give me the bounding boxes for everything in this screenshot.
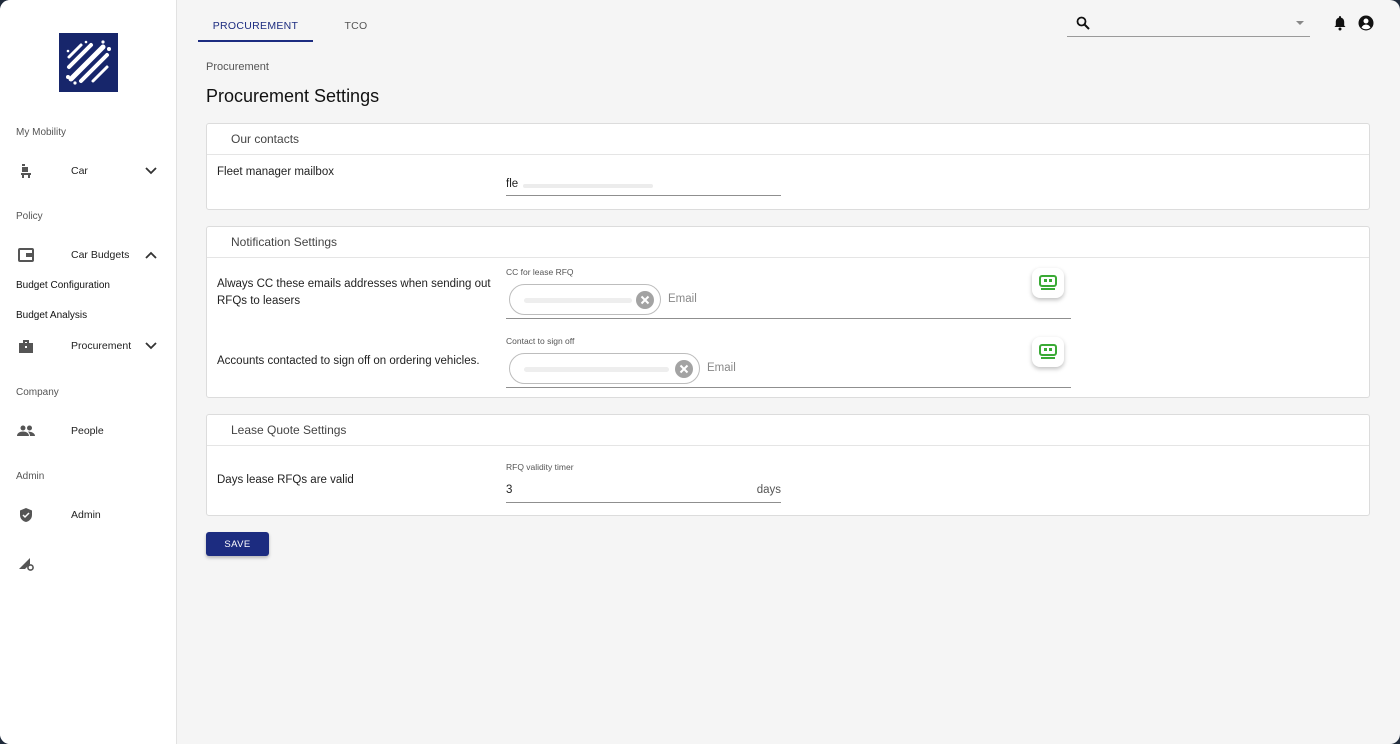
sidebar: My Mobility Car Policy Car Budgets Budge… [0,0,177,744]
search-box[interactable] [1067,10,1310,37]
extension-icon [1039,344,1057,359]
chip-remove-icon[interactable] [675,360,693,378]
email-chip[interactable] [509,284,661,315]
chevron-down-icon[interactable] [144,339,158,353]
fleet-mailbox-value: fle [506,178,519,190]
notification-settings-card: Notification Settings Always CC these em… [206,226,1370,398]
redacted-email [524,367,669,372]
shield-icon [17,506,35,524]
dropdown-caret-icon[interactable] [1296,21,1304,25]
car-seat-icon [17,162,35,180]
brand-logo[interactable] [59,33,118,92]
section-admin: Admin [16,471,45,482]
logo-mark-icon [66,40,111,85]
email-chip[interactable] [509,353,700,384]
page-title: Procurement Settings [206,86,380,106]
card-title: Lease Quote Settings [207,415,1369,446]
signoff-accounts-label: Accounts contacted to sign off on orderi… [217,355,480,367]
sidebar-item-label: Procurement [71,340,132,352]
sidebar-subitem-budget-analysis[interactable]: Budget Analysis [16,310,87,321]
fleet-mailbox-field[interactable]: fle [506,174,781,196]
people-icon [17,422,35,440]
briefcase-icon [17,337,35,355]
card-title: Notification Settings [207,227,1369,258]
section-my-mobility: My Mobility [16,127,67,138]
extension-icon [1039,275,1057,290]
fleet-mailbox-label: Fleet manager mailbox [217,166,334,178]
rfq-validity-caption: RFQ validity timer [506,462,574,472]
tab-tco[interactable]: TCO [320,9,392,42]
wallet-icon [17,246,35,264]
cc-emails-field[interactable]: Email [506,283,1071,319]
redacted-email [523,184,653,188]
rfq-validity-label: Days lease RFQs are valid [217,474,354,486]
extension-button[interactable] [1032,337,1064,367]
sidebar-item-people[interactable]: People [0,416,176,446]
breadcrumb[interactable]: Procurement [206,61,269,73]
redacted-email [524,298,632,303]
search-input[interactable] [1099,14,1289,32]
cc-email-placeholder: Email [668,293,697,305]
rfq-validity-field[interactable]: 3 days [506,478,781,503]
lease-quote-settings-card: Lease Quote Settings Days lease RFQs are… [206,414,1370,516]
contacts-card: Our contacts Fleet manager mailbox fle [206,123,1370,210]
sidebar-subitem-budget-configuration[interactable]: Budget Configuration [16,280,110,291]
cc-field-caption: CC for lease RFQ [506,267,574,277]
bell-icon[interactable] [1332,15,1348,31]
sidebar-item-admin[interactable]: Admin [0,500,176,530]
rfq-validity-unit: days [756,484,781,496]
sidebar-item-car[interactable]: Car [0,156,176,186]
section-policy: Policy [16,211,43,222]
sidebar-item-settings-tool[interactable] [0,548,40,578]
sidebar-item-label: Car [71,165,88,177]
card-title: Our contacts [207,124,1369,155]
sidebar-item-label: Admin [71,509,101,521]
app-window: My Mobility Car Policy Car Budgets Budge… [0,0,1400,744]
sidebar-item-procurement[interactable]: Procurement [0,331,176,361]
save-button[interactable]: SAVE [206,532,269,556]
extension-button[interactable] [1032,268,1064,298]
tab-procurement[interactable]: PROCUREMENT [198,9,313,42]
sidebar-item-label: Car Budgets [71,249,130,261]
section-company: Company [16,387,59,398]
chevron-up-icon[interactable] [144,248,158,262]
active-tab-indicator [198,40,313,42]
sidebar-item-car-budgets[interactable]: Car Budgets [0,240,176,270]
rfq-validity-value: 3 [506,484,513,496]
signoff-email-placeholder: Email [707,362,736,374]
chip-remove-icon[interactable] [636,291,654,309]
sidebar-item-label: People [71,425,104,437]
signal-gear-icon [17,554,35,572]
search-icon [1076,16,1090,30]
chevron-down-icon[interactable] [144,164,158,178]
account-circle-icon[interactable] [1358,15,1374,31]
cc-emails-label: Always CC these emails addresses when se… [217,278,491,307]
signoff-field-caption: Contact to sign off [506,336,575,346]
signoff-accounts-field[interactable]: Email [506,352,1071,388]
